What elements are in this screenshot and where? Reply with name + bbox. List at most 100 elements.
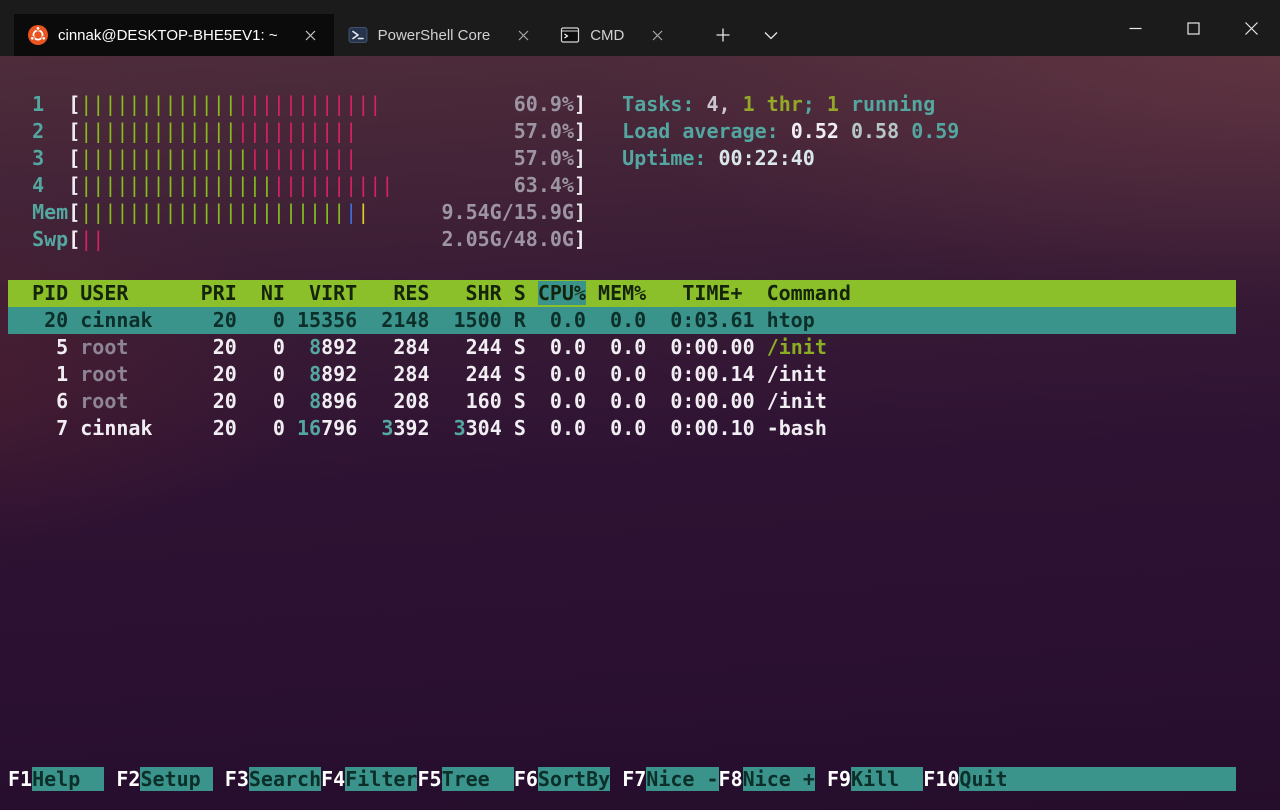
text-segment: 16 xyxy=(297,416,321,440)
text-segment xyxy=(369,416,381,440)
tab-close-icon[interactable] xyxy=(514,26,532,44)
text-segment: CPU% xyxy=(538,281,586,305)
text-segment: |||||||||||||||| xyxy=(80,173,273,197)
tab-cmd[interactable]: CMD xyxy=(546,14,680,56)
blank-line xyxy=(8,712,1236,739)
text-segment: |||||||||| xyxy=(237,119,357,143)
blank-line xyxy=(8,442,1236,469)
text-segment: -bash xyxy=(767,416,827,440)
text-segment: S xyxy=(514,362,538,386)
text-segment: [ xyxy=(68,227,80,251)
f10-quit-button[interactable]: Quit xyxy=(959,767,1236,791)
text-segment: | xyxy=(345,200,357,224)
text-segment xyxy=(104,767,116,791)
function-key-bar[interactable]: F1Help F2Setup F3SearchF4FilterF5Tree F6… xyxy=(8,766,1236,793)
text-segment: 0:00.00 xyxy=(658,389,766,413)
f1-help-button[interactable]: Help xyxy=(32,767,104,791)
f1-key[interactable]: F1 xyxy=(8,767,32,791)
f3-key[interactable]: F3 xyxy=(225,767,249,791)
f5-key[interactable]: F5 xyxy=(417,767,441,791)
text-segment: 7 xyxy=(8,416,80,440)
process-row-selected[interactable]: 20 cinnak 20 0 15356 2148 1500 R 0.0 0.0… xyxy=(8,307,1236,334)
text-segment xyxy=(586,92,622,116)
blank-line xyxy=(8,64,1236,91)
f6-sortby-button[interactable]: SortBy xyxy=(538,767,610,791)
text-segment: 892 xyxy=(321,335,369,359)
f7-key[interactable]: F7 xyxy=(622,767,646,791)
text-segment xyxy=(586,119,622,143)
f3-search-button[interactable]: Search xyxy=(249,767,321,791)
text-segment: 6 xyxy=(8,389,80,413)
f4-filter-button[interactable]: Filter xyxy=(345,767,417,791)
text-segment: Swp xyxy=(32,227,68,251)
f10-key[interactable]: F10 xyxy=(923,767,959,791)
f9-key[interactable]: F9 xyxy=(827,767,851,791)
f4-key[interactable]: F4 xyxy=(321,767,345,791)
f5-tree-button[interactable]: Tree xyxy=(442,767,514,791)
text-segment: 0:00.10 xyxy=(658,416,766,440)
text-segment xyxy=(8,200,32,224)
tab-dropdown-chevron-icon[interactable] xyxy=(754,20,788,50)
f2-setup-button[interactable]: Setup xyxy=(140,767,212,791)
minimize-button[interactable] xyxy=(1106,0,1164,56)
tab-powershell[interactable]: PowerShell Core xyxy=(334,14,547,56)
f2-key[interactable]: F2 xyxy=(116,767,140,791)
cpu2-meter: 2 [||||||||||||||||||||||| 57.0%] Load a… xyxy=(8,118,1236,145)
blank-line xyxy=(8,604,1236,631)
text-segment: ] xyxy=(574,119,586,143)
text-segment: ] xyxy=(574,92,586,116)
text-segment: 392 xyxy=(393,416,441,440)
text-segment: running xyxy=(839,92,935,116)
table-header-row[interactable]: PID USER PRI NI VIRT RES SHR S CPU% MEM%… xyxy=(8,280,1236,307)
text-segment: Mem xyxy=(32,200,68,224)
text-segment xyxy=(610,767,622,791)
f6-key[interactable]: F6 xyxy=(514,767,538,791)
blank-line xyxy=(8,496,1236,523)
text-segment: 0.0 xyxy=(538,389,598,413)
swap-meter: Swp[|| 2.05G/48.0G] xyxy=(8,226,1236,253)
process-row[interactable]: 5 root 20 0 8892 284 244 S 0.0 0.0 0:00.… xyxy=(8,334,1236,361)
titlebar: cinnak@DESKTOP-BHE5EV1: ~ PowerShell Cor… xyxy=(0,0,1280,56)
text-segment: ] xyxy=(574,146,586,170)
text-segment: 284 xyxy=(369,362,441,386)
process-row[interactable]: 6 root 20 0 8896 208 160 S 0.0 0.0 0:00.… xyxy=(8,388,1236,415)
text-segment xyxy=(297,362,309,386)
f7-nice-minus-button[interactable]: Nice - xyxy=(646,767,718,791)
close-button[interactable] xyxy=(1222,0,1280,56)
text-segment: [ xyxy=(68,146,80,170)
text-segment: 0.0 xyxy=(538,335,598,359)
tab-ubuntu-wsl[interactable]: cinnak@DESKTOP-BHE5EV1: ~ xyxy=(14,14,334,56)
text-segment: root xyxy=(80,389,200,413)
terminal-screen[interactable]: 1 [||||||||||||||||||||||||| 60.9%] Task… xyxy=(0,56,1280,810)
text-segment xyxy=(381,92,513,116)
text-segment: Tasks: xyxy=(622,92,706,116)
new-tab-button[interactable] xyxy=(706,20,740,50)
text-segment: |||||||||| xyxy=(273,173,393,197)
cpu3-meter: 3 [||||||||||||||||||||||| 57.0%] Uptime… xyxy=(8,145,1236,172)
process-row[interactable]: 7 cinnak 20 0 16796 3392 3304 S 0.0 0.0 … xyxy=(8,415,1236,442)
text-segment: MEM% TIME+ Command xyxy=(586,281,851,305)
blank-line xyxy=(8,469,1236,496)
text-segment: 1 thr xyxy=(743,92,803,116)
cpu4-meter: 4 [|||||||||||||||||||||||||| 63.4%] xyxy=(8,172,1236,199)
text-segment: /init xyxy=(767,362,827,386)
text-segment: ] xyxy=(574,200,586,224)
text-segment: 3 xyxy=(32,146,68,170)
text-segment: 304 xyxy=(466,416,514,440)
text-segment xyxy=(8,119,32,143)
text-segment: 0.0 xyxy=(538,362,598,386)
f9-kill-button[interactable]: Kill xyxy=(851,767,923,791)
process-row[interactable]: 1 root 20 0 8892 284 244 S 0.0 0.0 0:00.… xyxy=(8,361,1236,388)
tab-close-icon[interactable] xyxy=(648,26,666,44)
f8-key[interactable]: F8 xyxy=(719,767,743,791)
cmd-icon xyxy=(560,25,580,45)
text-segment xyxy=(393,173,513,197)
text-segment: 0:00.14 xyxy=(658,362,766,386)
tab-close-icon[interactable] xyxy=(302,26,320,44)
text-segment: 0 xyxy=(249,389,297,413)
maximize-button[interactable] xyxy=(1164,0,1222,56)
text-segment: 20 xyxy=(201,416,249,440)
text-segment: ] xyxy=(574,173,586,197)
f8-nice-plus-button[interactable]: Nice + xyxy=(743,767,815,791)
text-segment: 2.05G/48.0G xyxy=(442,227,574,251)
